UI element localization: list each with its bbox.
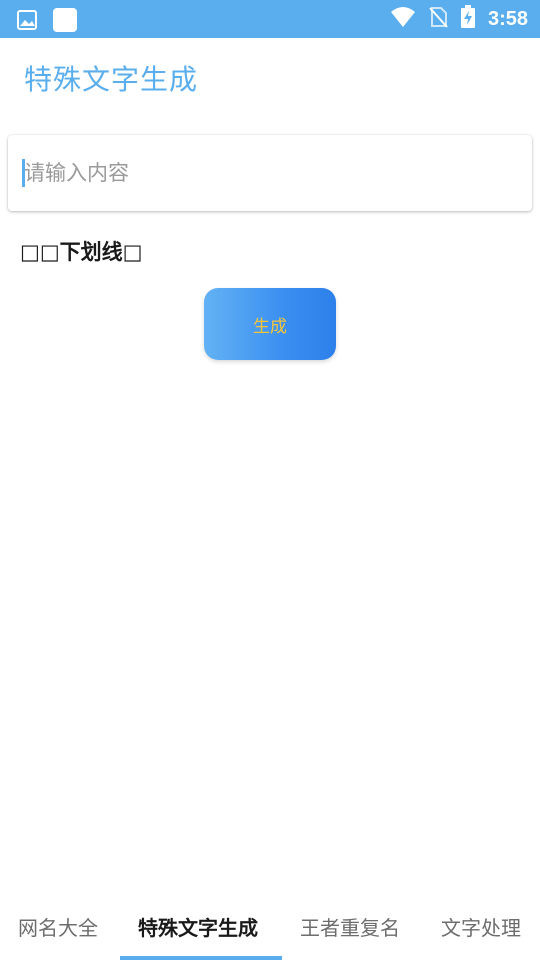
image-icon: [16, 9, 38, 35]
page-title: 特殊文字生成: [24, 63, 199, 96]
status-bar: 3:58: [0, 0, 540, 38]
tab-net-names[interactable]: 网名大全: [18, 912, 98, 941]
wifi-icon: [390, 6, 416, 32]
input-card: [8, 135, 532, 211]
tab-special-text[interactable]: 特殊文字生成: [138, 912, 258, 941]
tab-king-duplicate-names[interactable]: 王者重复名: [300, 912, 400, 941]
battery-charging-icon: [460, 5, 476, 33]
status-time: 3:58: [487, 7, 528, 30]
style-label: □□下划线□: [20, 240, 143, 264]
status-right-icons: 3:58: [390, 0, 528, 38]
status-left-icons: [16, 7, 78, 37]
generate-button[interactable]: 生成: [204, 288, 336, 360]
bottom-tab-bar: 网名大全 特殊文字生成 王者重复名 文字处理: [0, 890, 540, 960]
text-input[interactable]: [16, 153, 516, 193]
app-notification-icon: [52, 7, 78, 37]
active-tab-indicator: [120, 956, 282, 960]
tab-text-processing[interactable]: 文字处理: [441, 912, 521, 941]
no-sim-icon: [428, 6, 448, 32]
